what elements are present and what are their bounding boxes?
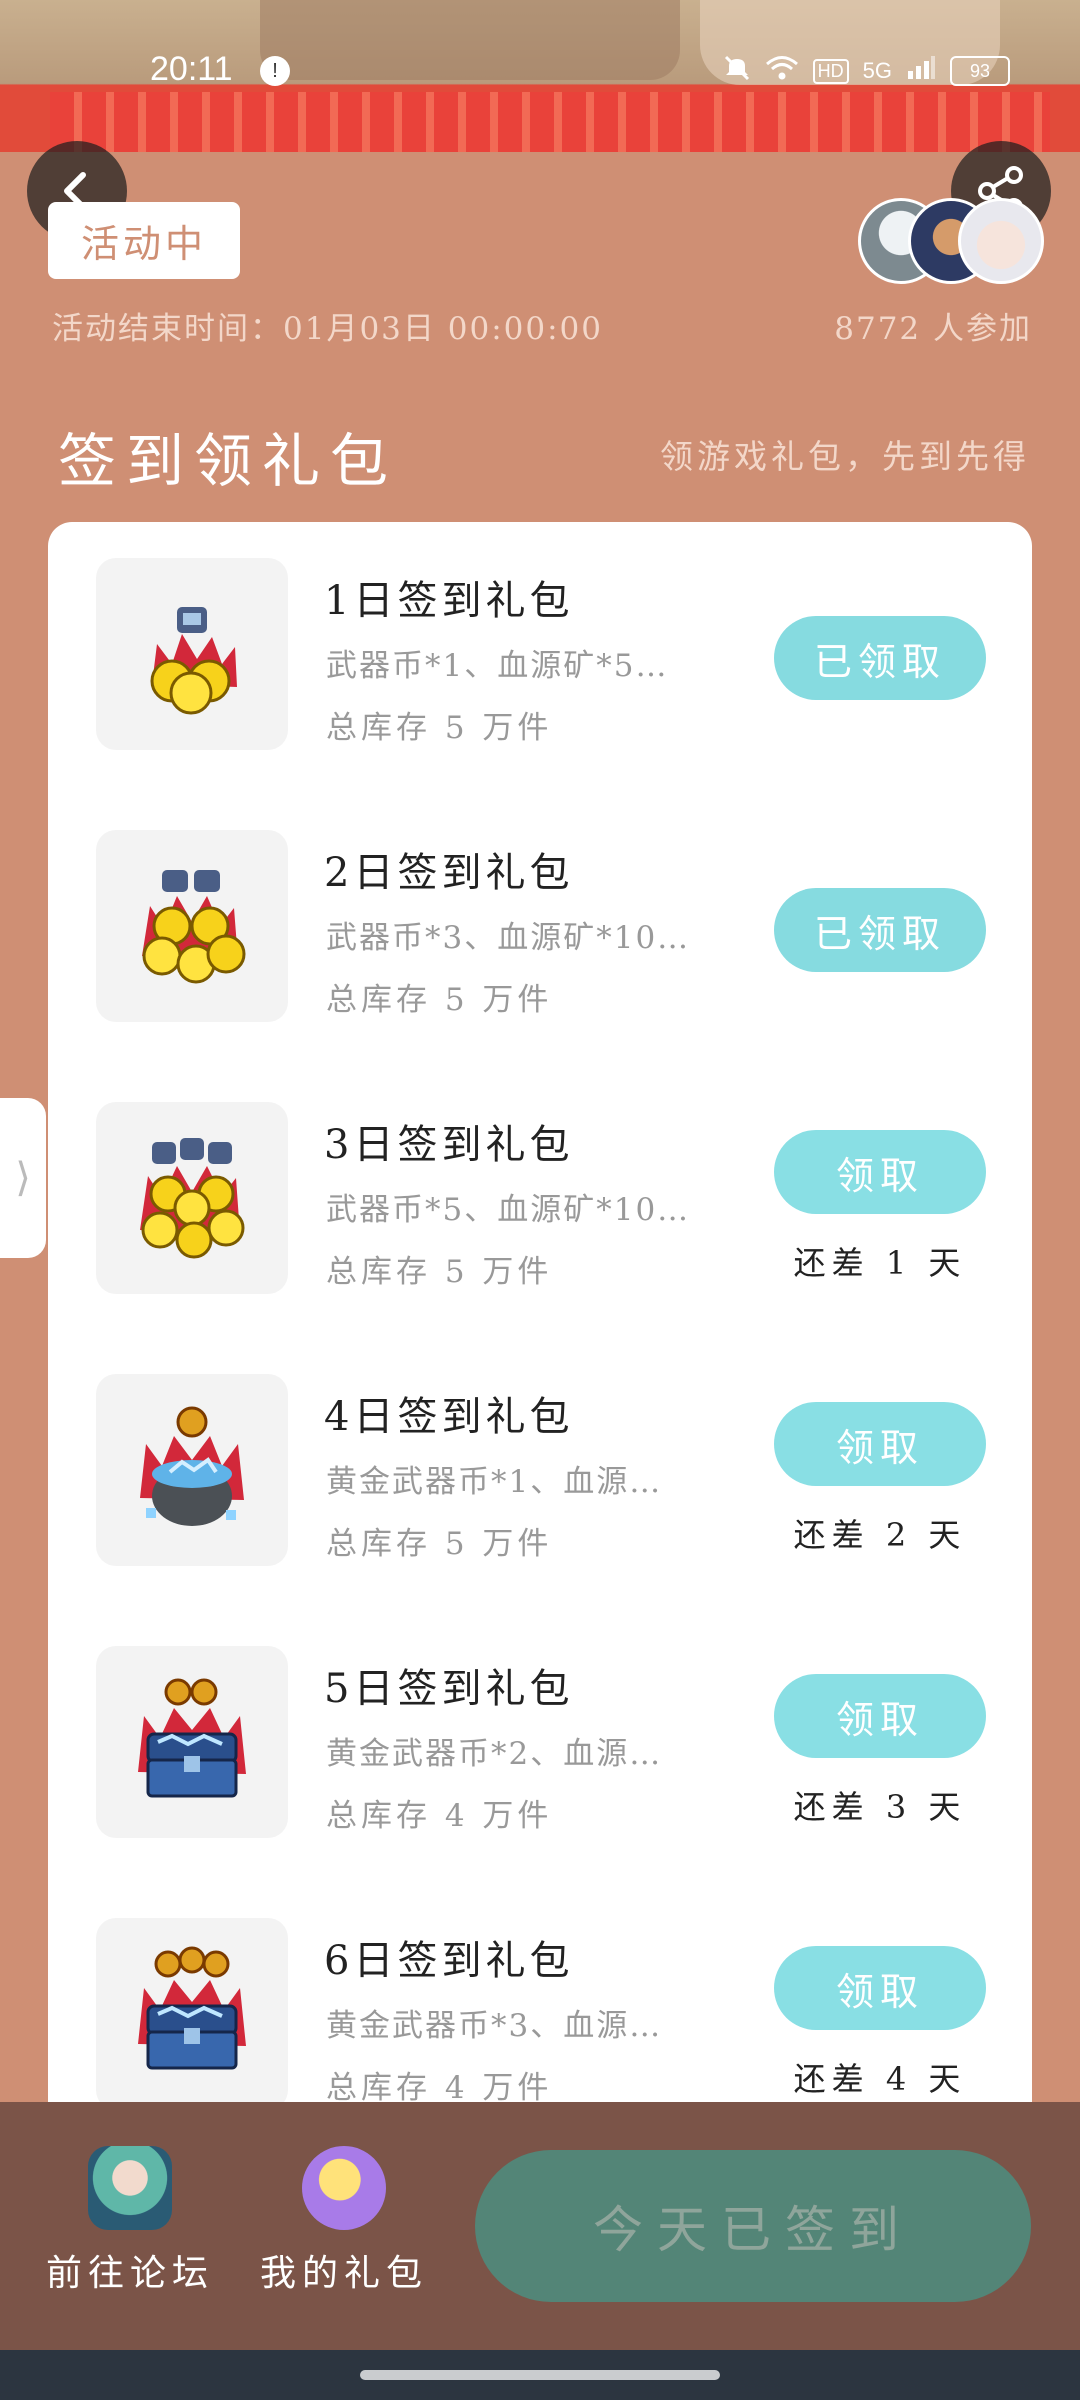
gift-description: 黄金武器币*3、血源…: [326, 2008, 663, 2044]
claimed-button[interactable]: 已领取: [774, 888, 986, 972]
gift-description: 武器币*1、血源矿*5…: [326, 648, 669, 684]
notification-badge-icon: !: [260, 56, 290, 86]
event-status-tag: 活动中: [48, 202, 240, 279]
gift-row: 5日签到礼包 黄金武器币*2、血源… 总库存 4 万件 领取 还差 3 天: [48, 1610, 1032, 1882]
side-drawer-handle[interactable]: ⟩: [0, 1098, 46, 1258]
gift-row: 4日签到礼包 黄金武器币*1、血源… 总库存 5 万件 领取 还差 2 天: [48, 1338, 1032, 1610]
banner-stripe: [50, 92, 1050, 152]
gift-stock: 总库存 4 万件: [326, 2070, 553, 2102]
gift-stock: 总库存 4 万件: [326, 1798, 553, 1834]
days-remaining: 还差 1 天: [793, 1244, 967, 1282]
claimed-button[interactable]: 已领取: [774, 616, 986, 700]
event-banner: 20:11 ! HD 5G 93: [0, 0, 1080, 152]
gift-row: 3日签到礼包 武器币*5、血源矿*10… 总库存 5 万件 领取 还差 1 天: [48, 1066, 1032, 1338]
my-gifts-link[interactable]: 我的礼包: [254, 2146, 434, 2296]
gift-stock: 总库存 5 万件: [326, 1526, 553, 1562]
avatar: [958, 198, 1044, 284]
bottom-action-bar: 前往论坛 我的礼包 今天已签到: [0, 2102, 1080, 2350]
claim-button[interactable]: 领取: [774, 1674, 986, 1758]
gift-row: 1日签到礼包 武器币*1、血源矿*5… 总库存 5 万件 已领取: [48, 522, 1032, 794]
days-remaining: 还差 2 天: [793, 1516, 967, 1554]
ore-pot-icon: [96, 1374, 288, 1566]
gift-row: 6日签到礼包 黄金武器币*3、血源… 总库存 4 万件 领取 还差 4 天: [48, 1882, 1032, 2102]
days-remaining: 还差 4 天: [793, 2060, 967, 2098]
forum-game-icon: [88, 2146, 172, 2230]
gift-description: 黄金武器币*1、血源…: [326, 1464, 663, 1500]
status-bar: 20:11 ! HD 5G 93: [0, 40, 1080, 100]
signal-icon: [906, 55, 936, 87]
status-icons: HD 5G 93: [723, 54, 1010, 88]
event-end-time: 活动结束时间：01月03日 00:00:00: [52, 311, 603, 347]
gift-row: 2日签到礼包 武器币*3、血源矿*10… 总库存 5 万件 已领取: [48, 794, 1032, 1066]
coin-pile-icon: [96, 830, 288, 1022]
network-label: 5G: [862, 58, 892, 83]
mute-icon: [723, 54, 751, 88]
gift-description: 黄金武器币*2、血源…: [326, 1736, 663, 1772]
days-remaining: 还差 3 天: [793, 1788, 967, 1826]
forum-label: 前往论坛: [45, 2253, 214, 2294]
wifi-icon: [765, 55, 799, 87]
gift-stock: 总库存 5 万件: [326, 1254, 553, 1290]
home-indicator[interactable]: [360, 2370, 720, 2380]
claim-button[interactable]: 领取: [774, 1402, 986, 1486]
battery-icon: 93: [950, 56, 1010, 86]
gift-list-card: 1日签到礼包 武器币*1、血源矿*5… 总库存 5 万件 已领取 2日签到礼包 …: [48, 522, 1032, 2102]
gift-stock: 总库存 5 万件: [326, 710, 553, 746]
signed-in-today-button[interactable]: 今天已签到: [475, 2150, 1031, 2302]
treasure-chest-icon: [96, 1918, 288, 2102]
my-gifts-label: 我的礼包: [259, 2253, 428, 2294]
section-title: 签到领礼包: [58, 427, 399, 495]
participant-count: 8772 人参加: [834, 311, 1032, 347]
hd-badge: HD: [812, 58, 849, 84]
participant-avatars[interactable]: [858, 198, 1044, 284]
gift-title: 1日签到礼包: [324, 578, 574, 624]
gift-title: 2日签到礼包: [324, 850, 574, 896]
treasure-chest-icon: [96, 1646, 288, 1838]
system-nav-area: [0, 2350, 1080, 2400]
gift-stock: 总库存 5 万件: [326, 982, 553, 1018]
coin-pile-icon: [96, 1102, 288, 1294]
coin-pile-icon: [96, 558, 288, 750]
gift-title: 3日签到礼包: [324, 1122, 574, 1168]
status-time: 20:11: [150, 50, 233, 88]
claim-button[interactable]: 领取: [774, 1130, 986, 1214]
gift-title: 6日签到礼包: [324, 1938, 574, 1984]
chevron-right-icon: ⟩: [15, 1155, 31, 1201]
gift-description: 武器币*3、血源矿*10…: [326, 920, 691, 956]
gift-box-icon: [302, 2146, 386, 2230]
section-subtitle: 领游戏礼包，先到先得: [660, 437, 1030, 476]
gift-title: 5日签到礼包: [324, 1666, 574, 1712]
gift-title: 4日签到礼包: [324, 1394, 574, 1440]
claim-button[interactable]: 领取: [774, 1946, 986, 2030]
forum-link[interactable]: 前往论坛: [40, 2146, 220, 2296]
gift-description: 武器币*5、血源矿*10…: [326, 1192, 691, 1228]
